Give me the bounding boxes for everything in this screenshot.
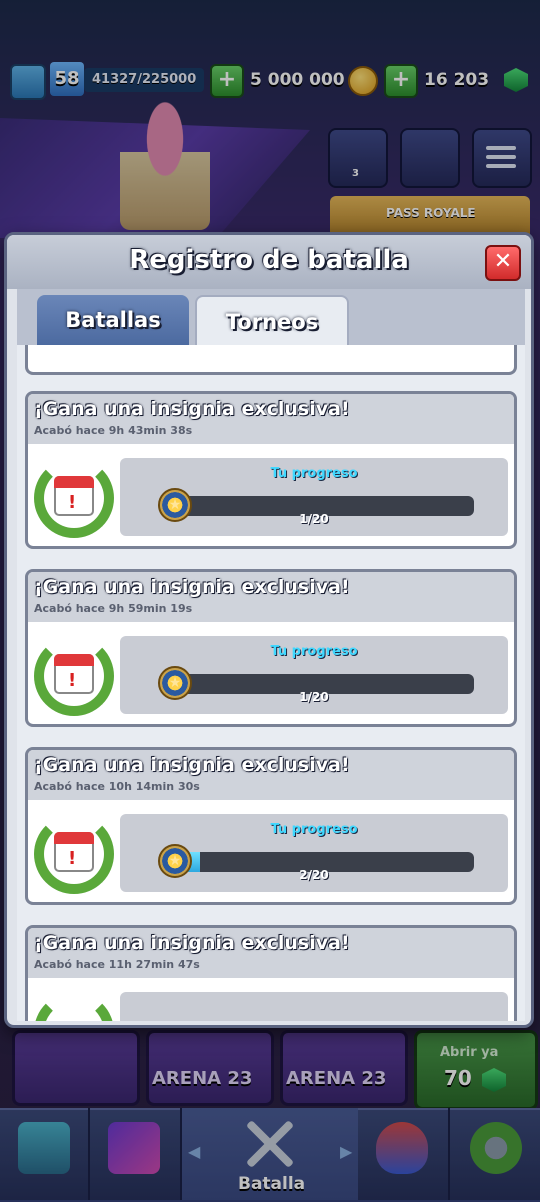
tab-batallas[interactable]: Batallas	[37, 295, 189, 345]
laurel-icon	[34, 992, 114, 1021]
calendar-alert-icon: !	[68, 492, 77, 513]
progress-label: Tu progreso	[270, 644, 358, 659]
progress-count: 1/20	[299, 512, 329, 526]
progress-panel	[120, 992, 508, 1021]
entry-time: Acabó hace 11h 27min 47s	[34, 958, 200, 971]
progress-panel: Tu progreso ★ 2/20	[120, 814, 508, 892]
calendar-icon: !	[54, 832, 94, 872]
calendar-badge-icon	[34, 992, 114, 1021]
calendar-alert-icon: !	[68, 670, 77, 691]
list-item-partial	[25, 345, 517, 375]
progress-count: 1/20	[299, 690, 329, 704]
tab-torneos[interactable]: Torneos	[195, 295, 349, 347]
progress-count: 2/20	[299, 868, 329, 882]
list-item: ¡Gana una insignia exclusiva! Acabó hace…	[25, 391, 517, 549]
tournament-list[interactable]: ¡Gana una insignia exclusiva! Acabó hace…	[17, 345, 525, 1021]
entry-time: Acabó hace 9h 43min 38s	[34, 424, 193, 437]
list-item: ¡Gana una insignia exclusiva! Acabó hace…	[25, 925, 517, 1021]
modal-title: Registro de batalla	[129, 245, 409, 275]
entry-time: Acabó hace 10h 14min 30s	[34, 780, 200, 793]
calendar-badge-icon: !	[34, 458, 114, 538]
entry-title: ¡Gana una insignia exclusiva!	[34, 398, 350, 420]
calendar-icon: !	[54, 654, 94, 694]
calendar-badge-icon: !	[34, 814, 114, 894]
progress-panel: Tu progreso ★ 1/20	[120, 458, 508, 536]
battle-log-modal: Registro de batalla ✕ Batallas Torneos ¡…	[4, 232, 534, 1028]
calendar-badge-icon: !	[34, 636, 114, 716]
progress-panel: Tu progreso ★ 1/20	[120, 636, 508, 714]
close-button[interactable]: ✕	[485, 245, 521, 281]
progress-label: Tu progreso	[270, 822, 358, 837]
close-icon: ✕	[493, 249, 513, 274]
calendar-alert-icon: !	[68, 848, 77, 869]
entry-title: ¡Gana una insignia exclusiva!	[34, 576, 350, 598]
list-item: ¡Gana una insignia exclusiva! Acabó hace…	[25, 569, 517, 727]
list-item: ¡Gana una insignia exclusiva! Acabó hace…	[25, 747, 517, 905]
entry-time: Acabó hace 9h 59min 19s	[34, 602, 193, 615]
progress-label: Tu progreso	[270, 466, 358, 481]
entry-title: ¡Gana una insignia exclusiva!	[34, 754, 350, 776]
entry-title: ¡Gana una insignia exclusiva!	[34, 932, 350, 954]
calendar-icon: !	[54, 476, 94, 516]
